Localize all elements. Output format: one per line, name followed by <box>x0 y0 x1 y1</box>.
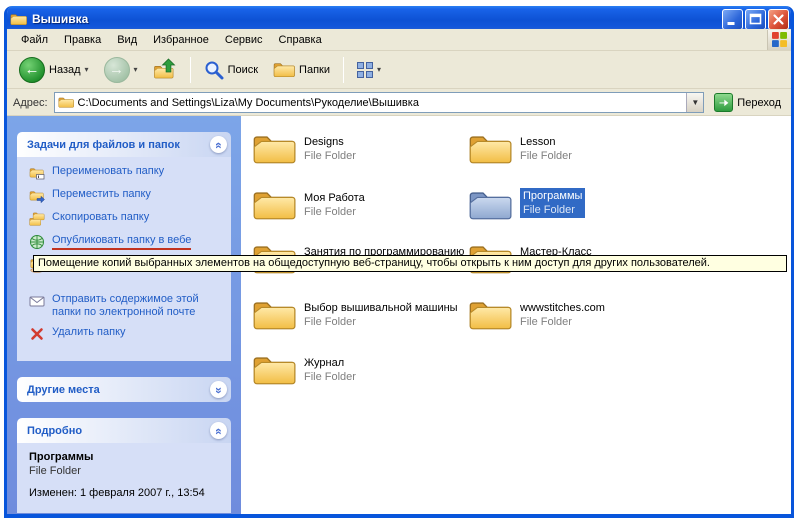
file-tile[interactable]: ЖурналFile Folder <box>252 353 356 388</box>
address-bar: Адрес: ▼ Переход <box>7 90 791 116</box>
menu-tools[interactable]: Сервис <box>217 31 271 49</box>
address-folder-icon <box>58 96 74 109</box>
folder-icon-selected <box>468 188 512 223</box>
file-tile[interactable]: wwwstitches.comFile Folder <box>468 298 605 333</box>
forward-button[interactable]: → ▾ <box>98 54 144 86</box>
toolbar-divider <box>343 57 344 83</box>
maximize-icon <box>747 11 764 28</box>
task-copy-folder[interactable]: Скопировать папку <box>29 211 227 227</box>
details-file-name: Программы <box>29 451 225 463</box>
search-button[interactable]: Поиск <box>198 57 264 83</box>
back-button[interactable]: ← Назад ▾ <box>13 54 95 86</box>
folders-icon <box>273 61 295 79</box>
section-file-tasks: Задачи для файлов и папок « Переименоват… <box>17 132 231 361</box>
move-folder-icon <box>29 188 46 204</box>
folder-icon <box>252 298 296 333</box>
details-header[interactable]: Подробно « <box>17 418 231 443</box>
back-icon: ← <box>19 57 45 83</box>
collapse-chevron-icon[interactable]: « <box>210 136 227 153</box>
menu-bar: Файл Правка Вид Избранное Сервис Справка <box>7 29 791 51</box>
toolbar-divider <box>190 57 191 83</box>
rename-folder-icon <box>29 165 46 181</box>
file-list-area[interactable]: DesignsFile Folder LessonFile Folder Моя… <box>241 116 791 514</box>
publish-web-icon <box>29 234 46 250</box>
section-details: Подробно « Программы File Folder Изменен… <box>17 418 231 513</box>
back-dropdown-icon[interactable]: ▾ <box>85 65 89 74</box>
section-other-places: Другие места » <box>17 377 231 402</box>
forward-icon: → <box>104 57 130 83</box>
maximize-button[interactable] <box>745 9 766 30</box>
task-email-folder[interactable]: Отправить содержимое этой папки по элект… <box>29 293 227 319</box>
file-tasks-title: Задачи для файлов и папок <box>27 139 210 151</box>
tooltip: Помещение копий выбранных элементов на о… <box>33 255 787 272</box>
other-places-header[interactable]: Другие места » <box>17 377 231 402</box>
window-folder-icon <box>10 12 27 27</box>
file-tile[interactable]: LessonFile Folder <box>468 132 572 167</box>
folder-icon <box>252 132 296 167</box>
menu-file[interactable]: Файл <box>13 31 56 49</box>
address-dropdown-button[interactable]: ▼ <box>686 93 703 112</box>
search-icon <box>204 60 224 80</box>
close-button[interactable] <box>768 9 789 30</box>
toolbar: ← Назад ▾ → ▾ Поиск Папки <box>7 51 791 89</box>
details-body: Программы File Folder Изменен: 1 февраля… <box>17 443 231 513</box>
up-folder-icon <box>153 58 177 81</box>
views-icon <box>357 62 373 78</box>
windows-logo-icon <box>767 30 791 50</box>
up-button[interactable] <box>147 55 183 84</box>
screen: Вышивка Файл Правка Вид Избранное Сервис… <box>0 0 796 521</box>
forward-dropdown-icon[interactable]: ▾ <box>134 65 138 74</box>
address-label: Адрес: <box>13 97 48 109</box>
expand-chevron-icon[interactable]: » <box>210 381 227 398</box>
details-title: Подробно <box>27 425 210 437</box>
folders-button[interactable]: Папки <box>267 58 336 82</box>
task-rename-folder[interactable]: Переименовать папку <box>29 165 227 181</box>
task-delete-folder[interactable]: Удалить папку <box>29 326 227 342</box>
task-pane: Задачи для файлов и папок « Переименоват… <box>7 116 241 514</box>
address-combo[interactable]: ▼ <box>54 92 705 113</box>
menu-edit[interactable]: Правка <box>56 31 109 49</box>
details-modified: Изменен: 1 февраля 2007 г., 13:54 <box>29 487 225 499</box>
explorer-window: Вышивка Файл Правка Вид Избранное Сервис… <box>4 6 794 518</box>
window-title: Вышивка <box>32 12 720 26</box>
other-places-title: Другие места <box>27 384 210 396</box>
menu-favorites[interactable]: Избранное <box>145 31 217 49</box>
search-label: Поиск <box>228 64 258 76</box>
file-tile[interactable]: Выбор вышивальной машиныFile Folder <box>252 298 458 333</box>
email-icon <box>29 293 46 319</box>
close-icon <box>770 11 787 28</box>
folder-icon <box>252 353 296 388</box>
views-button[interactable]: ▾ <box>351 59 387 81</box>
file-tile-selected[interactable]: ПрограммыFile Folder <box>468 188 585 223</box>
address-input[interactable] <box>78 93 687 112</box>
folder-icon <box>468 132 512 167</box>
file-tile[interactable]: DesignsFile Folder <box>252 132 356 167</box>
task-publish-folder-web[interactable]: Опубликовать папку в вебе <box>29 234 227 250</box>
task-move-folder[interactable]: Переместить папку <box>29 188 227 204</box>
details-file-type: File Folder <box>29 465 225 477</box>
copy-folder-icon <box>29 211 46 227</box>
menu-view[interactable]: Вид <box>109 31 145 49</box>
go-label: Переход <box>737 97 781 109</box>
back-label: Назад <box>49 64 81 76</box>
folder-icon <box>252 188 296 223</box>
go-button[interactable]: Переход <box>710 92 785 113</box>
collapse-chevron-icon[interactable]: « <box>210 422 227 439</box>
window-body: Задачи для файлов и папок « Переименоват… <box>7 116 791 514</box>
file-tile[interactable]: Моя РаботаFile Folder <box>252 188 365 223</box>
delete-icon <box>29 326 46 342</box>
file-tasks-header[interactable]: Задачи для файлов и папок « <box>17 132 231 157</box>
folders-label: Папки <box>299 64 330 76</box>
go-arrow-icon <box>714 93 733 112</box>
views-dropdown-icon[interactable]: ▾ <box>377 65 381 74</box>
folder-icon <box>468 298 512 333</box>
minimize-icon <box>724 11 741 28</box>
minimize-button[interactable] <box>722 9 743 30</box>
menu-help[interactable]: Справка <box>271 31 330 49</box>
